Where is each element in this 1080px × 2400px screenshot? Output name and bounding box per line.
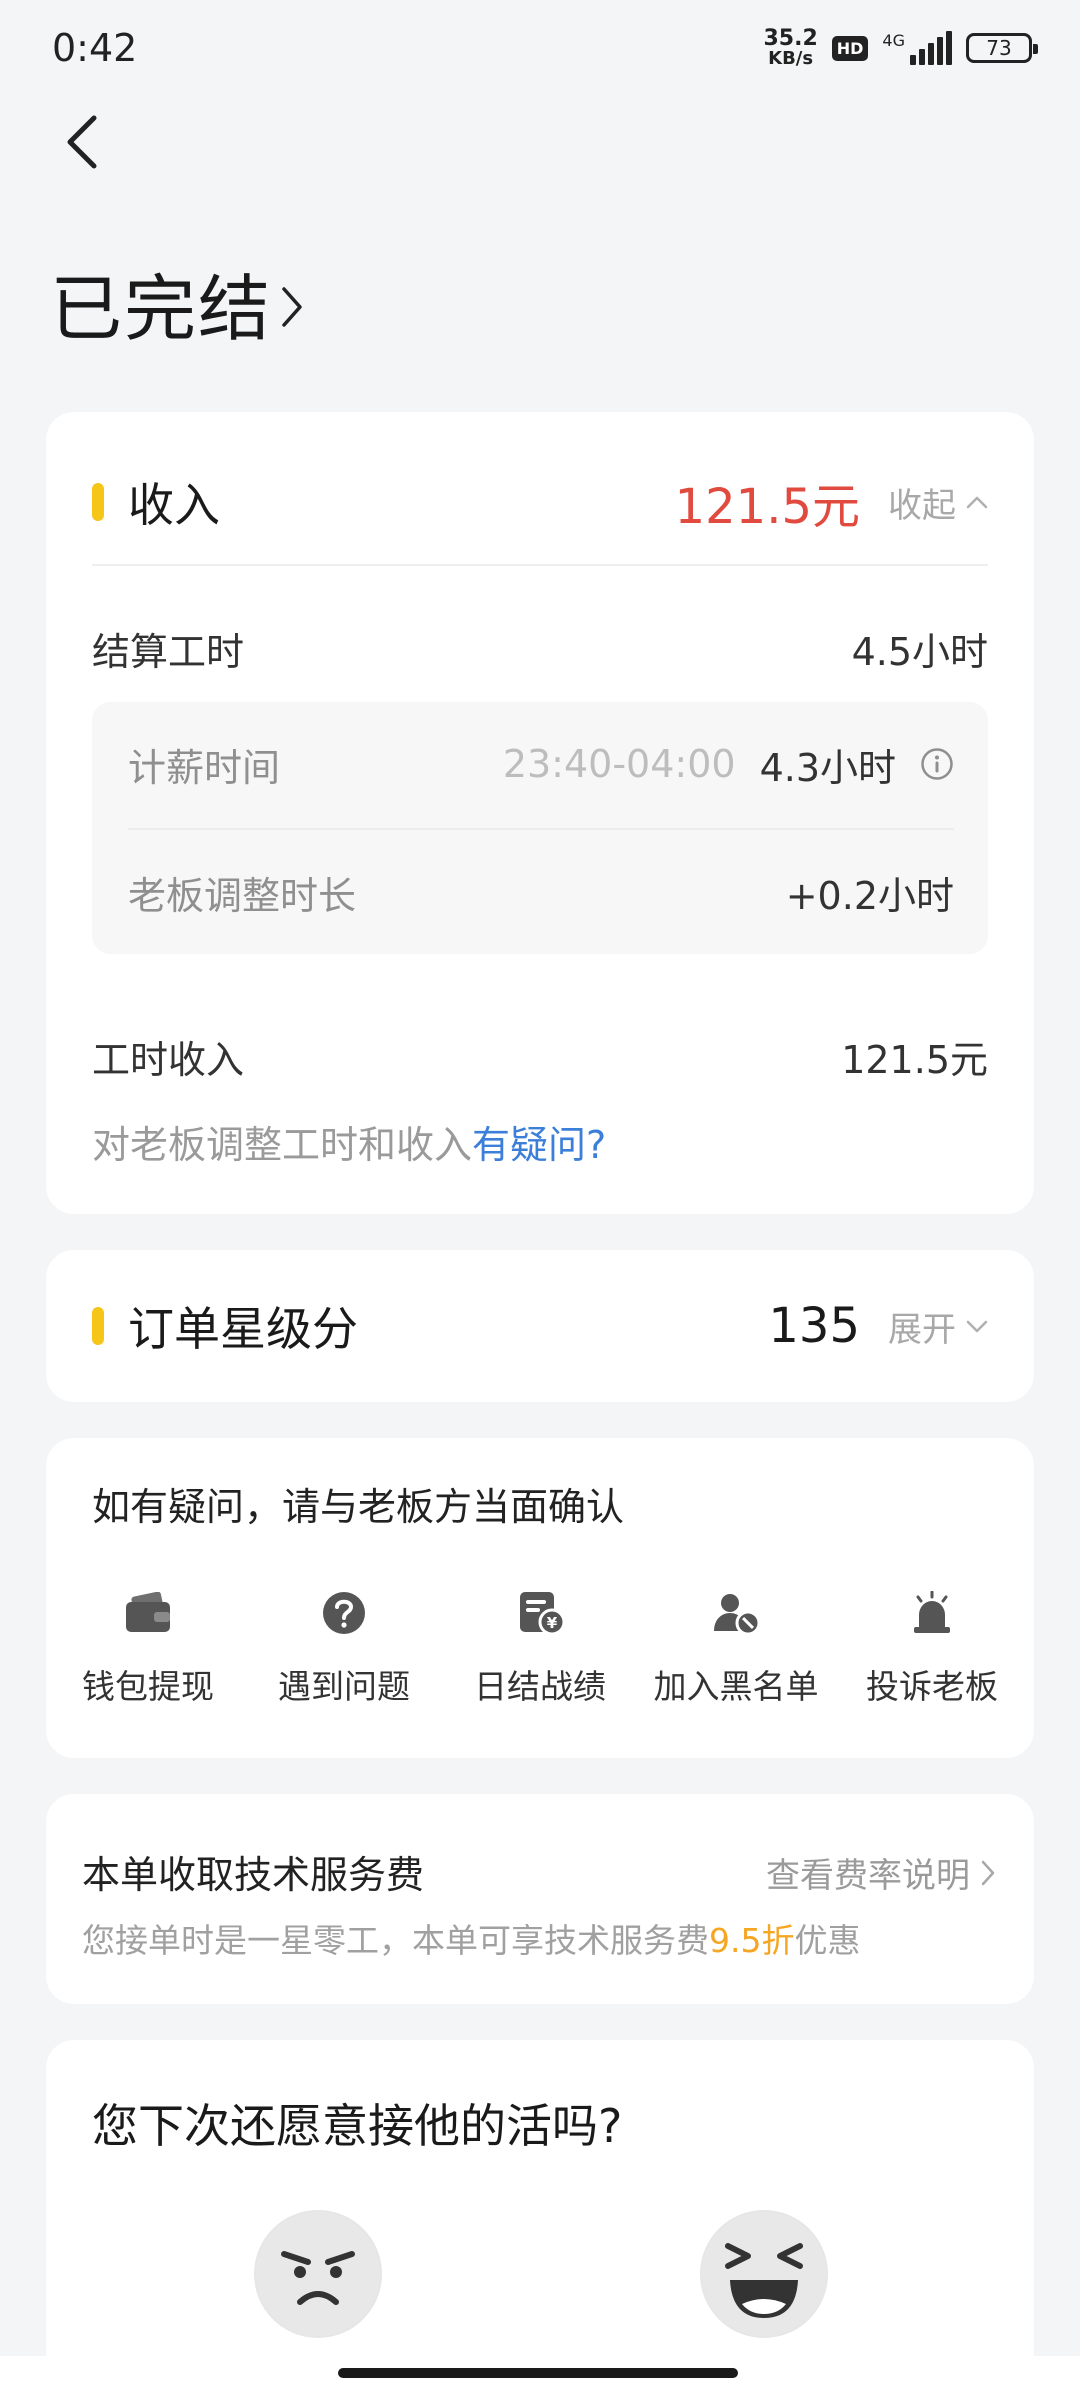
bottom-nav-area	[0, 2356, 1080, 2400]
pay-time-label: 计薪时间	[128, 745, 281, 790]
alarm-icon	[907, 1588, 957, 1638]
divider	[92, 564, 988, 566]
hour-income-value: 121.5元	[841, 1037, 988, 1082]
battery-icon: 73	[966, 33, 1038, 63]
service-fee-card: 本单收取技术服务费 查看费率说明 您接单时是一星零工，本单可享技术服务费9.5折…	[46, 1794, 1034, 2004]
hours-detail-box: 计薪时间 23:40-04:00 4.3小时 老板调整时长 +0.2小时	[92, 702, 988, 954]
wallet-icon	[123, 1588, 173, 1638]
fee-rate-link[interactable]: 查看费率说明	[766, 1848, 996, 1897]
wallet-withdraw-button[interactable]: 钱包提现	[50, 1588, 246, 1708]
star-score-card[interactable]: 订单星级分 135 展开	[46, 1250, 1034, 1402]
collapse-label: 收起	[888, 485, 956, 526]
happy-face-button[interactable]	[700, 2210, 828, 2338]
net-speed-unit: KB/s	[768, 48, 814, 69]
star-score-header-right: 135 展开	[768, 1298, 988, 1354]
star-score-title: 订单星级分	[128, 1302, 358, 1356]
rehire-card: 您下次还愿意接他的活吗?	[46, 2040, 1034, 2400]
hour-income-label: 工时收入	[92, 1037, 245, 1082]
page-title: 已完结	[50, 267, 273, 351]
star-score-value: 135	[768, 1298, 860, 1354]
status-time: 0:42	[52, 26, 138, 70]
angry-face-icon	[256, 2212, 380, 2336]
back-button[interactable]	[48, 108, 116, 176]
fee-desc-before: 您接单时是一星零工，本单可享技术服务费	[82, 1921, 709, 1960]
chevron-right-icon	[282, 286, 302, 327]
question-line: 对老板调整工时和收入有疑问?	[92, 1114, 606, 1169]
pay-time-range: 23:40-04:00	[502, 742, 736, 786]
hd-badge: HD	[831, 35, 869, 61]
daily-record-button[interactable]: ¥ 日结战绩	[442, 1588, 638, 1708]
star-score-header: 订单星级分 135 展开	[92, 1288, 988, 1364]
hour-income-row: 工时收入 121.5元	[92, 1026, 988, 1086]
signal-icon: 4G	[882, 31, 952, 65]
settled-hours-value: 4.5小时	[851, 629, 988, 674]
collapse-toggle[interactable]: 收起	[888, 478, 988, 527]
adjust-label: 老板调整时长	[128, 873, 357, 918]
signal-bar	[928, 43, 934, 65]
add-blacklist-button[interactable]: 加入黑名单	[638, 1588, 834, 1708]
divider	[128, 828, 954, 830]
income-amount: 121.5元	[674, 479, 860, 535]
net-speed: 35.2 KB/s	[763, 28, 817, 68]
income-header: 收入 121.5元 收起	[92, 464, 988, 540]
service-fee-title: 本单收取技术服务费	[82, 1853, 425, 1897]
chevron-right-icon	[981, 1860, 995, 1885]
rehire-question: 您下次还愿意接他的活吗?	[92, 2099, 623, 2153]
action-label: 钱包提现	[82, 1667, 214, 1706]
svg-text:¥: ¥	[547, 1614, 558, 1632]
battery-level: 73	[986, 36, 1012, 60]
accent-bar	[92, 483, 104, 521]
status-indicators: 35.2 KB/s HD 4G 73	[763, 28, 1038, 68]
network-type: 4G	[882, 31, 905, 50]
status-title-link[interactable]: 已完结	[50, 250, 304, 355]
daily-record-icon: ¥	[515, 1588, 565, 1638]
fee-discount: 9.5折	[709, 1921, 795, 1960]
pay-time-row: 计薪时间 23:40-04:00 4.3小时	[128, 734, 954, 794]
fee-rate-link-label: 查看费率说明	[766, 1856, 970, 1896]
question-link[interactable]: 有疑问?	[472, 1123, 606, 1167]
action-label: 日结战绩	[474, 1667, 606, 1706]
question-text: 对老板调整工时和收入	[92, 1123, 473, 1167]
settled-hours-row: 结算工时 4.5小时	[92, 618, 988, 678]
net-speed-value: 35.2	[763, 26, 818, 51]
action-label: 遇到问题	[278, 1667, 410, 1706]
accent-bar	[92, 1307, 104, 1345]
back-arrow-icon	[67, 115, 97, 169]
income-header-right: 121.5元 收起	[675, 467, 988, 537]
angry-face-button[interactable]	[254, 2210, 382, 2338]
question-icon	[319, 1588, 369, 1638]
income-title: 收入	[128, 478, 220, 532]
settled-hours-label: 结算工时	[92, 629, 245, 674]
expand-label: 展开	[888, 1309, 956, 1350]
signal-bar	[946, 31, 952, 65]
actions-card: 如有疑问，请与老板方当面确认 钱包提现 遇到问题 ¥ 日结战绩 加入黑名单 投诉…	[46, 1438, 1034, 1758]
expand-toggle[interactable]: 展开	[888, 1302, 988, 1351]
signal-bar	[937, 37, 943, 65]
income-card: 收入 121.5元 收起 结算工时 4.5小时 计薪时间 23:40-04:00…	[46, 412, 1034, 1214]
blacklist-icon	[711, 1588, 761, 1638]
signal-bar	[910, 55, 916, 65]
pay-time-hours: 4.3小时	[759, 745, 896, 790]
signal-bar	[919, 49, 925, 65]
adjust-row: 老板调整时长 +0.2小时	[128, 862, 954, 922]
happy-face-icon	[702, 2212, 826, 2336]
report-problem-button[interactable]: 遇到问题	[246, 1588, 442, 1708]
fee-desc-after: 优惠	[794, 1921, 861, 1960]
home-indicator[interactable]	[338, 2368, 738, 2378]
action-label: 投诉老板	[866, 1667, 998, 1706]
actions-title: 如有疑问，请与老板方当面确认	[92, 1485, 625, 1529]
chevron-up-icon	[966, 496, 988, 509]
action-label: 加入黑名单	[653, 1667, 819, 1706]
info-icon[interactable]	[920, 747, 954, 781]
order-detail-page: 0:42 35.2 KB/s HD 4G 73 已完结 收入 121.5元 收起…	[0, 0, 1080, 2400]
chevron-down-icon	[966, 1320, 988, 1333]
complain-boss-button[interactable]: 投诉老板	[834, 1588, 1030, 1708]
status-bar: 0:42 35.2 KB/s HD 4G 73	[0, 0, 1080, 96]
actions-row: 钱包提现 遇到问题 ¥ 日结战绩 加入黑名单 投诉老板	[46, 1588, 1034, 1708]
adjust-value: +0.2小时	[785, 873, 954, 918]
service-fee-desc: 您接单时是一星零工，本单可享技术服务费9.5折优惠	[82, 1914, 860, 1962]
